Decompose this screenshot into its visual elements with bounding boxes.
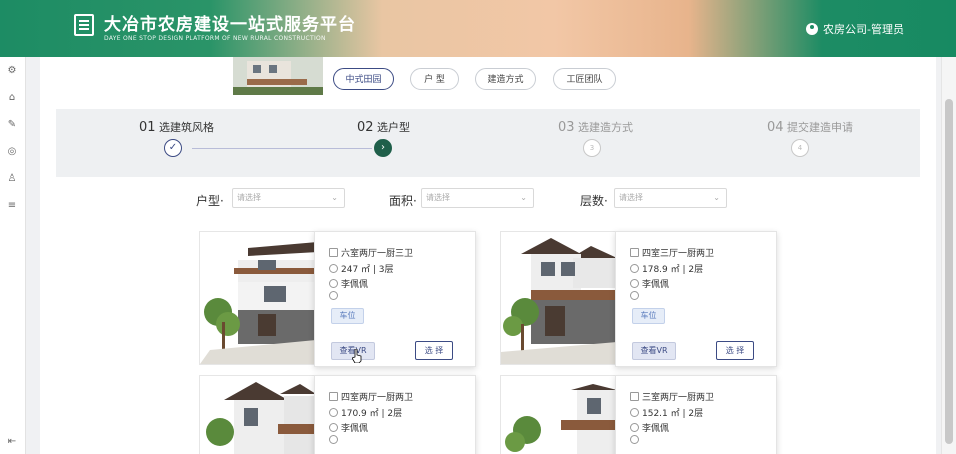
card-layout: 四室三厅一厨两卫	[642, 249, 715, 259]
area-icon	[630, 408, 639, 417]
scrollbar-thumb[interactable]	[945, 99, 953, 444]
house-card-3: 四室两厅一厨两卫 170.9 ㎡ | 2层 李佩佩	[314, 375, 476, 454]
card-designer: 李佩佩	[341, 280, 369, 290]
hand-cursor-icon	[352, 349, 362, 363]
chevron-down-icon: ⌄	[331, 193, 338, 202]
filter-area-label: 面积·	[389, 194, 417, 208]
collapse-icon[interactable]: ⇤	[7, 437, 17, 447]
choose-button[interactable]: 选 择	[716, 341, 754, 360]
step-4-circle: 4	[791, 139, 809, 157]
parking-tag: 车位	[331, 308, 364, 324]
card-area: 170.9 ㎡ | 2层	[341, 409, 403, 419]
user-menu[interactable]: 农房公司-管理员	[806, 21, 904, 37]
house-image-1[interactable]	[199, 231, 317, 365]
card-area: 247 ㎡ | 3层	[341, 265, 394, 275]
scrollbar[interactable]	[941, 57, 956, 454]
page-title: 大冶市农房建设一站式服务平台	[104, 15, 356, 35]
house-image-4[interactable]	[500, 375, 618, 454]
filter-area-select[interactable]: 请选择 ⌄	[421, 188, 534, 208]
document-logo-icon	[74, 14, 94, 36]
step-3-circle: 3	[583, 139, 601, 157]
step-4-label: 04 提交建造申请	[767, 120, 854, 135]
page-subtitle: DAYE ONE STOP DESIGN PLATFORM OF NEW RUR…	[104, 35, 326, 42]
step-1-check-icon: ✓	[164, 139, 182, 157]
area-icon	[329, 264, 338, 273]
house-card-4: 三室两厅一厨两卫 152.1 ㎡ | 2层 李佩佩	[615, 375, 777, 454]
person-icon	[630, 423, 639, 432]
card-area: 152.1 ㎡ | 2层	[642, 409, 704, 419]
step-1-label: 01 选建筑风格	[139, 120, 215, 135]
house-image-3[interactable]	[199, 375, 317, 454]
house-icon	[630, 392, 639, 401]
person-icon	[329, 279, 338, 288]
home-icon[interactable]: ⌂	[7, 93, 17, 103]
house-icon	[329, 392, 338, 401]
step-2-label: 02 选户型	[357, 120, 411, 135]
card-designer: 李佩佩	[642, 424, 670, 434]
step-2-current-icon: ›	[374, 139, 392, 157]
filter-house-type-label: 户型·	[196, 194, 224, 208]
step-3-label: 03 选建造方式	[558, 120, 634, 135]
house-card-2: 四室三厅一厨两卫 178.9 ㎡ | 2层 李佩佩 车位 查看VR 选 择	[615, 231, 777, 367]
chevron-down-icon: ⌄	[713, 193, 720, 202]
menu-icon[interactable]: ≡	[7, 201, 17, 211]
main-content: 中式田园 户 型 建造方式 工匠团队 01 选建筑风格 02 选户型 03 选建…	[40, 57, 936, 454]
drop-icon	[329, 291, 338, 300]
drop-icon	[630, 291, 639, 300]
chevron-down-icon: ⌄	[520, 193, 527, 202]
card-area: 178.9 ㎡ | 2层	[642, 265, 704, 275]
app-header: 大冶市农房建设一站式服务平台 DAYE ONE STOP DESIGN PLAT…	[0, 0, 956, 57]
person-icon	[630, 279, 639, 288]
user-icon[interactable]: ♙	[7, 174, 17, 184]
card-designer: 李佩佩	[642, 280, 670, 290]
tab-craftsman-team[interactable]: 工匠团队	[553, 68, 616, 90]
sidebar: ⚙ ⌂ ✎ ◎ ♙ ≡ ⇤	[0, 57, 26, 454]
area-icon	[630, 264, 639, 273]
target-icon[interactable]: ◎	[7, 147, 17, 157]
card-layout: 六室两厅一厨三卫	[341, 249, 414, 259]
choose-button[interactable]: 选 择	[415, 341, 453, 360]
step-connector	[192, 148, 372, 149]
drop-icon	[630, 435, 639, 444]
card-layout: 四室两厅一厨两卫	[341, 393, 414, 403]
user-avatar-icon	[806, 23, 819, 35]
house-image-2[interactable]	[500, 231, 618, 365]
house-icon	[329, 248, 338, 257]
house-icon	[630, 248, 639, 257]
tab-chinese-rural[interactable]: 中式田园	[333, 68, 394, 90]
style-thumbnail[interactable]	[233, 57, 323, 95]
person-icon	[329, 423, 338, 432]
tab-build-method[interactable]: 建造方式	[475, 68, 536, 90]
area-icon	[329, 408, 338, 417]
wrench-icon[interactable]: ✎	[7, 120, 17, 130]
card-layout: 三室两厅一厨两卫	[642, 393, 715, 403]
tab-house-type[interactable]: 户 型	[410, 68, 459, 90]
card-designer: 李佩佩	[341, 424, 369, 434]
gear-icon[interactable]: ⚙	[7, 66, 17, 76]
filter-floors-label: 层数·	[580, 194, 608, 208]
drop-icon	[329, 435, 338, 444]
parking-tag: 车位	[632, 308, 665, 324]
house-card-1: 六室两厅一厨三卫 247 ㎡ | 3层 李佩佩 车位 查看VR 选 择	[314, 231, 476, 367]
filter-house-type-select[interactable]: 请选择 ⌄	[232, 188, 345, 208]
user-name: 农房公司-管理员	[823, 23, 904, 36]
view-vr-button[interactable]: 查看VR	[632, 342, 676, 360]
progress-steps: 01 选建筑风格 02 选户型 03 选建造方式 04 提交建造申请 ✓ › 3…	[56, 109, 920, 177]
filter-floors-select[interactable]: 请选择 ⌄	[614, 188, 727, 208]
